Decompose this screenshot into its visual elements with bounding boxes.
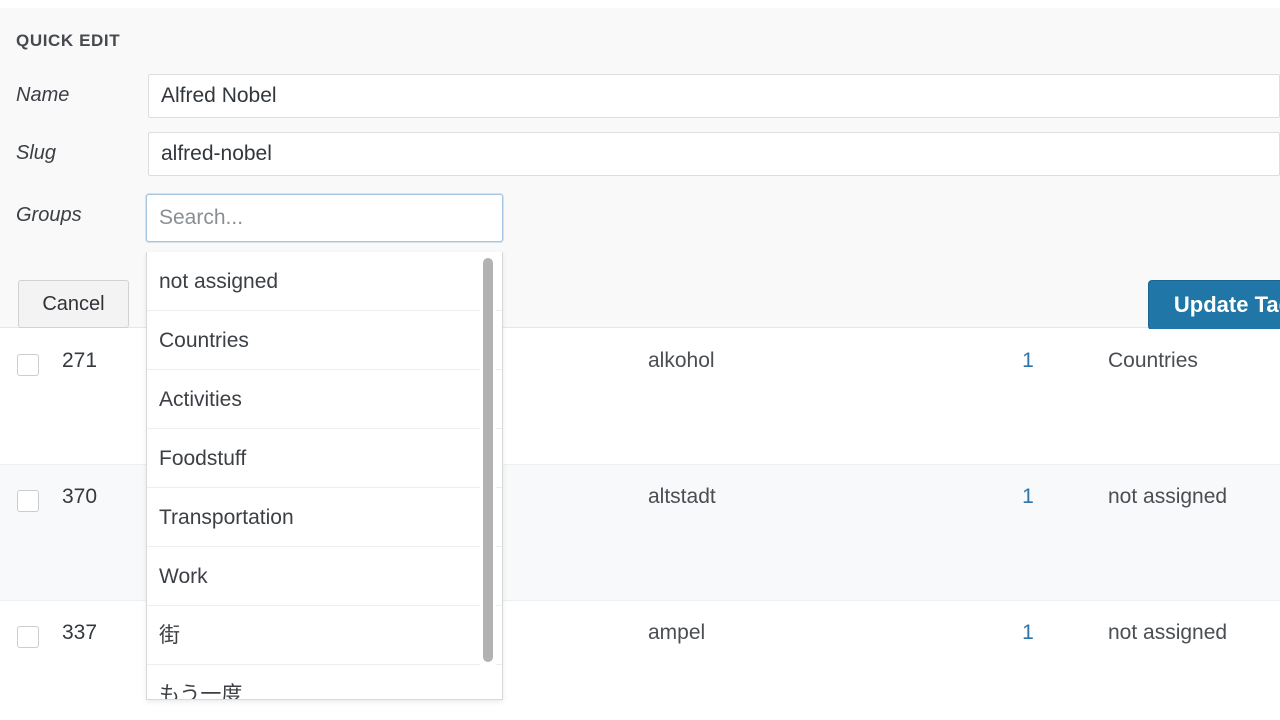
groups-dropdown-item[interactable]: Foodstuff	[147, 429, 502, 488]
row-id-cell: 271	[62, 349, 98, 372]
row-id-cell: 337	[62, 621, 98, 644]
quick-edit-title: QUICK EDIT	[16, 31, 121, 50]
groups-dropdown-item[interactable]: Countries	[147, 311, 502, 370]
groups-dropdown-item[interactable]: Transportation	[147, 488, 502, 547]
groups-dropdown-item[interactable]: Activities	[147, 370, 502, 429]
row-slug-cell: altstadt	[648, 485, 716, 508]
row-slug-cell: alkohol	[648, 349, 715, 372]
row-group-cell: not assigned	[1108, 621, 1228, 644]
form-row-groups: Groups Search...	[0, 194, 1280, 242]
row-count-link[interactable]: 1	[1013, 621, 1043, 645]
row-group-cell: Countries	[1108, 349, 1198, 372]
dropdown-scrollbar-thumb[interactable]	[483, 258, 493, 662]
name-input[interactable]: Alfred Nobel	[148, 74, 1280, 118]
groups-dropdown-list: not assigned Countries Activities Foodstuff…	[147, 252, 502, 699]
groups-dropdown-item[interactable]: 街	[147, 606, 502, 665]
slug-input[interactable]: alfred-nobel	[148, 132, 1280, 176]
groups-dropdown-item[interactable]: もう一度	[147, 665, 502, 699]
cancel-button[interactable]: Cancel	[18, 280, 129, 328]
groups-dropdown-item[interactable]: not assigned	[147, 252, 502, 311]
row-slug-cell: ampel	[648, 621, 706, 644]
groups-dropdown[interactable]: not assigned Countries Activities Foodstuff…	[146, 252, 503, 700]
slug-field-label: Slug	[16, 142, 57, 164]
form-row-name: Name Alfred Nobel	[0, 74, 1280, 118]
groups-search-input[interactable]: Search...	[146, 194, 503, 242]
groups-field-label: Groups	[16, 204, 82, 226]
quick-edit-screen: QUICK EDIT Name Alfred Nobel Slug alfred…	[0, 0, 1280, 720]
row-count-link[interactable]: 1	[1013, 485, 1043, 509]
name-field-label: Name	[16, 84, 70, 106]
update-tag-button[interactable]: Update Tag	[1148, 280, 1280, 330]
groups-dropdown-item[interactable]: Work	[147, 547, 502, 606]
row-group-cell: not assigned	[1108, 485, 1228, 508]
form-row-slug: Slug alfred-nobel	[0, 132, 1280, 176]
row-select-checkbox[interactable]	[17, 354, 39, 376]
row-id-cell: 370	[62, 485, 98, 508]
row-select-checkbox[interactable]	[17, 626, 39, 648]
row-select-checkbox[interactable]	[17, 490, 39, 512]
row-count-link[interactable]: 1	[1013, 349, 1043, 373]
